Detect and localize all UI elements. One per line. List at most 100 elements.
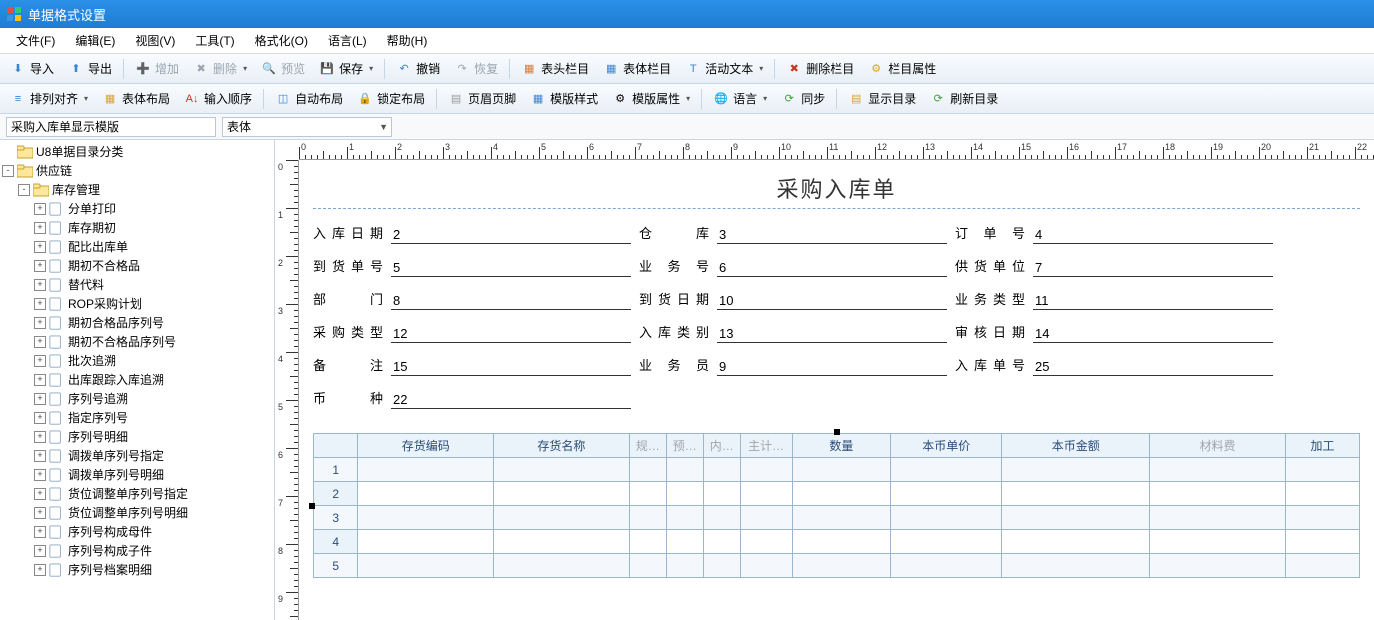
grid-cell[interactable] (358, 530, 494, 554)
grid-cell[interactable] (703, 506, 740, 530)
grid-cell[interactable] (1285, 482, 1359, 506)
menu-文件(F)[interactable]: 文件(F) (6, 28, 65, 53)
tree-node[interactable]: +序列号追溯 (0, 389, 274, 408)
grid-cell[interactable] (792, 506, 891, 530)
tree-node[interactable]: +货位调整单序列号明细 (0, 503, 274, 522)
tree-toggle[interactable]: + (34, 488, 46, 500)
tree-node[interactable]: U8单据目录分类 (0, 142, 274, 161)
tree-toggle[interactable]: - (18, 184, 30, 196)
column-header[interactable]: 主计… (740, 434, 792, 458)
auto-layout-button[interactable]: ◫自动布局 (269, 87, 349, 110)
selection-handle[interactable] (309, 503, 315, 509)
tree-toggle[interactable]: + (34, 355, 46, 367)
menu-编辑(E)[interactable]: 编辑(E) (65, 28, 125, 53)
tree-toggle[interactable]: + (34, 222, 46, 234)
column-header[interactable]: 数量 (792, 434, 891, 458)
grid-cell[interactable] (792, 458, 891, 482)
sync-button[interactable]: ⟳同步 (775, 87, 831, 110)
delete-button[interactable]: ✖删除▾ (187, 57, 253, 80)
tree-toggle[interactable]: + (34, 507, 46, 519)
grid-cell[interactable] (358, 482, 494, 506)
grid-cell[interactable] (666, 506, 703, 530)
column-header[interactable]: 加工 (1285, 434, 1359, 458)
grid-cell[interactable] (358, 506, 494, 530)
grid-cell[interactable] (1002, 554, 1150, 578)
field-input-供货单位[interactable] (1033, 259, 1273, 277)
tree-toggle[interactable]: + (34, 203, 46, 215)
grid-cell[interactable] (1285, 530, 1359, 554)
header-col-button[interactable]: ▦表头栏目 (515, 57, 595, 80)
save-button[interactable]: 💾保存▾ (313, 57, 379, 80)
grid-cell[interactable] (703, 530, 740, 554)
grid-cell[interactable] (1150, 458, 1286, 482)
grid-cell[interactable] (740, 554, 792, 578)
menu-视图(V)[interactable]: 视图(V) (125, 28, 185, 53)
tree-toggle[interactable]: + (34, 469, 46, 481)
body-col-button[interactable]: ▦表体栏目 (597, 57, 677, 80)
field-input-入库单号[interactable] (1033, 358, 1273, 376)
tree-node[interactable]: +调拨单序列号明细 (0, 465, 274, 484)
tree-node[interactable]: +配比出库单 (0, 237, 274, 256)
grid-cell[interactable] (494, 506, 630, 530)
section-combo-input[interactable] (222, 117, 392, 137)
column-header[interactable]: 规… (629, 434, 666, 458)
column-header[interactable]: 材料费 (1150, 434, 1286, 458)
grid-cell[interactable] (703, 482, 740, 506)
grid-cell[interactable] (1150, 506, 1286, 530)
grid-cell[interactable] (1285, 554, 1359, 578)
preview-button[interactable]: 🔍预览 (255, 57, 311, 80)
design-canvas[interactable]: 采购入库单 入库日期仓库订单号到货单号业务号供货单位部门到货日期业务类型采购类型… (299, 160, 1374, 620)
grid-cell[interactable] (666, 482, 703, 506)
grid-cell[interactable] (792, 554, 891, 578)
undo-button[interactable]: ↶撤销 (390, 57, 446, 80)
grid-cell[interactable] (629, 506, 666, 530)
grid-cell[interactable] (358, 458, 494, 482)
redo-button[interactable]: ↷恢复 (448, 57, 504, 80)
tree-node[interactable]: +指定序列号 (0, 408, 274, 427)
grid-cell[interactable] (494, 482, 630, 506)
field-input-业务号[interactable] (717, 259, 947, 277)
grid-cell[interactable] (494, 458, 630, 482)
grid-cell[interactable] (891, 482, 1002, 506)
field-input-备注[interactable] (391, 358, 631, 376)
field-input-采购类型[interactable] (391, 325, 631, 343)
grid-cell[interactable] (1150, 530, 1286, 554)
grid-cell[interactable] (629, 482, 666, 506)
grid-cell[interactable] (740, 506, 792, 530)
tree-toggle[interactable]: + (34, 260, 46, 272)
language-button[interactable]: 🌐语言▾ (707, 87, 773, 110)
tree-toggle[interactable]: + (34, 298, 46, 310)
grid-cell[interactable] (666, 530, 703, 554)
column-header[interactable]: 本币金额 (1002, 434, 1150, 458)
tree-panel[interactable]: U8单据目录分类-供应链-库存管理+分单打印+库存期初+配比出库单+期初不合格品… (0, 140, 275, 620)
row-number[interactable]: 2 (314, 482, 358, 506)
grid-cell[interactable] (740, 530, 792, 554)
grid-cell[interactable] (494, 554, 630, 578)
lock-layout-button[interactable]: 🔒锁定布局 (351, 87, 431, 110)
menu-语言(L)[interactable]: 语言(L) (318, 28, 377, 53)
body-grid[interactable]: 存货编码存货名称规…预…内…主计…数量本币单价本币金额材料费加工12345 (313, 433, 1360, 578)
column-header[interactable]: 存货名称 (494, 434, 630, 458)
field-input-业务类型[interactable] (1033, 292, 1273, 310)
tree-node[interactable]: +货位调整单序列号指定 (0, 484, 274, 503)
tree-node[interactable]: +批次追溯 (0, 351, 274, 370)
grid-cell[interactable] (629, 554, 666, 578)
tree-toggle[interactable]: + (34, 393, 46, 405)
grid-cell[interactable] (740, 482, 792, 506)
tree-node[interactable]: +序列号构成子件 (0, 541, 274, 560)
row-number[interactable]: 4 (314, 530, 358, 554)
tree-toggle[interactable]: + (34, 374, 46, 386)
grid-cell[interactable] (891, 506, 1002, 530)
tree-node[interactable]: +序列号明细 (0, 427, 274, 446)
grid-cell[interactable] (1285, 506, 1359, 530)
tree-node[interactable]: +期初不合格品序列号 (0, 332, 274, 351)
grid-cell[interactable] (666, 458, 703, 482)
field-input-到货日期[interactable] (717, 292, 947, 310)
tree-node[interactable]: -供应链 (0, 161, 274, 180)
field-input-入库日期[interactable] (391, 226, 631, 244)
active-text-button[interactable]: T活动文本▾ (679, 57, 769, 80)
column-header[interactable]: 本币单价 (891, 434, 1002, 458)
import-button[interactable]: ⬇导入 (4, 57, 60, 80)
row-number[interactable]: 3 (314, 506, 358, 530)
grid-cell[interactable] (891, 554, 1002, 578)
